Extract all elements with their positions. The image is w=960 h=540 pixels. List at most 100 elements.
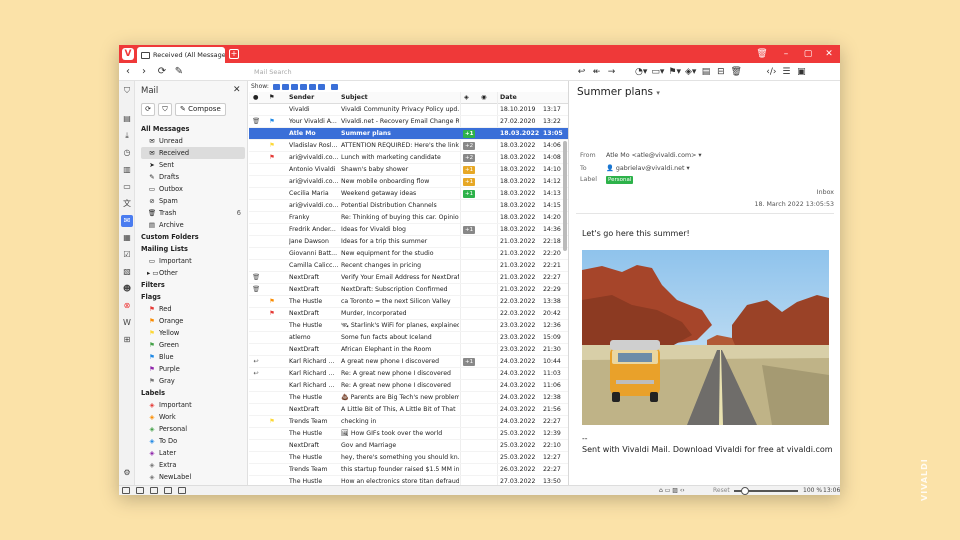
folder-item[interactable]: Flags [141, 291, 245, 303]
to-value[interactable]: gabrielav@vivaldi.net [616, 165, 685, 172]
zoom-slider-handle[interactable] [741, 487, 749, 495]
vivaldi-logo-icon[interactable]: V [122, 48, 134, 60]
show-filter-icon[interactable] [299, 83, 307, 90]
list-scrollbar[interactable] [563, 141, 567, 251]
show-filter-icon[interactable] [317, 83, 325, 90]
table-row[interactable]: atlemo Some fun facts about Iceland 23.03.… [249, 332, 568, 344]
spam-icon[interactable]: ⊟ [715, 65, 726, 79]
notes-icon[interactable]: ▥ [121, 164, 133, 176]
tab-received[interactable]: Received (All Messages) [137, 47, 225, 63]
folder-item[interactable]: ◈ Extra [141, 459, 245, 471]
folder-item[interactable]: ⚑ Purple [141, 363, 245, 375]
table-row[interactable]: 🗑 NextDraft Verify Your Email Address for … [249, 272, 568, 284]
close-window-icon[interactable]: ✕ [822, 48, 836, 60]
folder-item[interactable]: ⚑ Orange [141, 315, 245, 327]
folder-item[interactable]: ◈ Personal [141, 423, 245, 435]
folder-item[interactable]: ⚑ Green [141, 339, 245, 351]
feeds-icon[interactable]: ▧ [121, 266, 133, 278]
table-row[interactable]: Atle Mo Summer plans +1 18.03.2022 13:05 [249, 128, 568, 140]
table-row[interactable]: ⚑ The Hustle ca Toronto = the next Silicon… [249, 296, 568, 308]
trash-icon[interactable]: 🗑 [730, 65, 741, 79]
folder-item[interactable]: Mailing Lists [141, 243, 245, 255]
close-panel-icon[interactable]: ✕ [233, 85, 241, 95]
calendar-icon[interactable]: ▦ [121, 232, 133, 244]
table-row[interactable]: Giovanni Batt... New equipment for the st… [249, 248, 568, 260]
sender-column[interactable]: Sender [289, 92, 314, 104]
date-column[interactable]: Date [500, 92, 517, 104]
folder-item[interactable]: ➤ Sent [141, 159, 245, 171]
label-menu-icon[interactable]: ◈▾ [685, 65, 696, 79]
table-row[interactable]: 🗑 NextDraft NextDraft: Subscription Confir… [249, 284, 568, 296]
reading-list-icon[interactable]: ▤ [121, 113, 133, 125]
table-row[interactable]: ⚑ NextDraft Murder, Incorporated 22.03.2022… [249, 308, 568, 320]
forward-mail-icon[interactable]: → [606, 65, 617, 79]
flag-column-icon[interactable]: ⚑ [269, 92, 275, 104]
table-row[interactable]: Jane Dawson Ideas for a trip this summer 2… [249, 236, 568, 248]
workspace-icon[interactable] [178, 487, 186, 494]
minimize-icon[interactable]: – [779, 48, 793, 60]
folder-item[interactable]: ✉ Unread [141, 135, 245, 147]
move-folder-icon[interactable]: ▭▾ [651, 65, 664, 79]
page-actions-icon[interactable]: ⌂ ▭ ▨ ‹› [659, 486, 685, 495]
reply-all-icon[interactable]: ↞ [591, 65, 602, 79]
filter-button[interactable]: ⛉ [158, 103, 172, 116]
folder-item[interactable]: ▭ Important [141, 255, 245, 267]
new-tab-icon[interactable]: + [229, 49, 239, 59]
table-row[interactable]: Cecilia Maria Weekend getaway ideas +1 18.0… [249, 188, 568, 200]
label-column-icon[interactable]: ◈ [464, 92, 469, 104]
table-row[interactable]: ↩ Karl Richard ... A great new phone I dis… [249, 356, 568, 368]
refresh-icon[interactable]: ⟳ [155, 65, 169, 79]
add-panel-icon[interactable]: ⊞ [121, 334, 133, 346]
compose-toolbar-icon[interactable]: ✎ [172, 65, 186, 79]
show-filter-icon[interactable] [330, 83, 338, 90]
table-row[interactable]: ⚑ Trends Team checking in 24.03.2022 22:27 [249, 416, 568, 428]
folder-item[interactable]: ▭ Outbox [141, 183, 245, 195]
table-row[interactable]: NextDraft African Elephant in the Room 23.… [249, 344, 568, 356]
headers-icon[interactable]: ☰ [781, 65, 792, 79]
capture-icon[interactable] [164, 487, 172, 494]
show-filter-icon[interactable] [290, 83, 298, 90]
folder-item[interactable]: ⊘ Spam [141, 195, 245, 207]
show-filter-icon[interactable] [308, 83, 316, 90]
sync-cloud-icon[interactable] [150, 487, 158, 494]
table-row[interactable]: Trends Team this startup founder raised $… [249, 464, 568, 476]
status-column-icon[interactable]: ● [253, 92, 259, 104]
back-icon[interactable]: ‹ [121, 65, 135, 79]
folder-item[interactable]: ◈ Later [141, 447, 245, 459]
table-row[interactable]: ari@vivaldi.co... Potential Distribution … [249, 200, 568, 212]
folder-item[interactable]: ⚑ Yellow [141, 327, 245, 339]
table-row[interactable]: Vivaldi Vivaldi Community Privacy Policy … [249, 104, 568, 116]
read-column-icon[interactable]: ◉ [481, 92, 487, 104]
folder-item[interactable]: 🗑 Trash 6 [141, 207, 245, 219]
table-row[interactable]: Fredrik Ander... Ideas for Vivaldi blog +1… [249, 224, 568, 236]
table-row[interactable]: NextDraft Gov and Marriage 25.03.2022 22:10 [249, 440, 568, 452]
downloads-icon[interactable]: ⤓ [121, 130, 133, 142]
show-filter-icon[interactable] [281, 83, 289, 90]
maximize-icon[interactable]: ▢ [801, 48, 815, 60]
reply-icon[interactable]: ↩ [576, 65, 587, 79]
flag-menu-icon[interactable]: ⚑▾ [668, 65, 681, 79]
folder-item[interactable]: All Messages [141, 123, 245, 135]
wikipedia-panel-icon[interactable]: W [121, 317, 133, 329]
subject-column[interactable]: Subject [341, 92, 368, 104]
table-row[interactable]: ↩ Karl Richard ... Re: A great new phone I… [249, 368, 568, 380]
folder-item[interactable]: ▤ Archive [141, 219, 245, 231]
table-row[interactable]: The Hustle 🖼 How GIFs took over the world… [249, 428, 568, 440]
compose-button[interactable]: ✎ Compose [175, 103, 226, 116]
table-row[interactable]: ari@vivaldi.co... New mobile onboarding f… [249, 176, 568, 188]
folder-item[interactable]: ✎ Drafts [141, 171, 245, 183]
from-value[interactable]: Atle Mo <atle@vivaldi.com> [606, 152, 696, 159]
table-row[interactable]: The Hustle 💩 Parents are Big Tech's new p… [249, 392, 568, 404]
folder-item[interactable]: ⚑ Blue [141, 351, 245, 363]
folder-item[interactable]: ✉ Received [141, 147, 245, 159]
contacts-icon[interactable]: ☻ [121, 283, 133, 295]
show-filter-icon[interactable] [272, 83, 280, 90]
table-row[interactable]: The Hustle How an electronics store titan… [249, 476, 568, 485]
table-row[interactable]: 🗑 ⚑ Your Vivaldi A... Vivaldi.net - Recover… [249, 116, 568, 128]
settings-gear-icon[interactable]: ⚙ [121, 467, 133, 479]
trash-window-icon[interactable]: 🗑 [755, 48, 769, 60]
chevron-down-icon[interactable]: ▾ [656, 89, 660, 97]
folder-item[interactable]: Custom Folders [141, 231, 245, 243]
folder-item[interactable]: ◈ Work [141, 411, 245, 423]
forward-icon[interactable]: › [137, 65, 151, 79]
